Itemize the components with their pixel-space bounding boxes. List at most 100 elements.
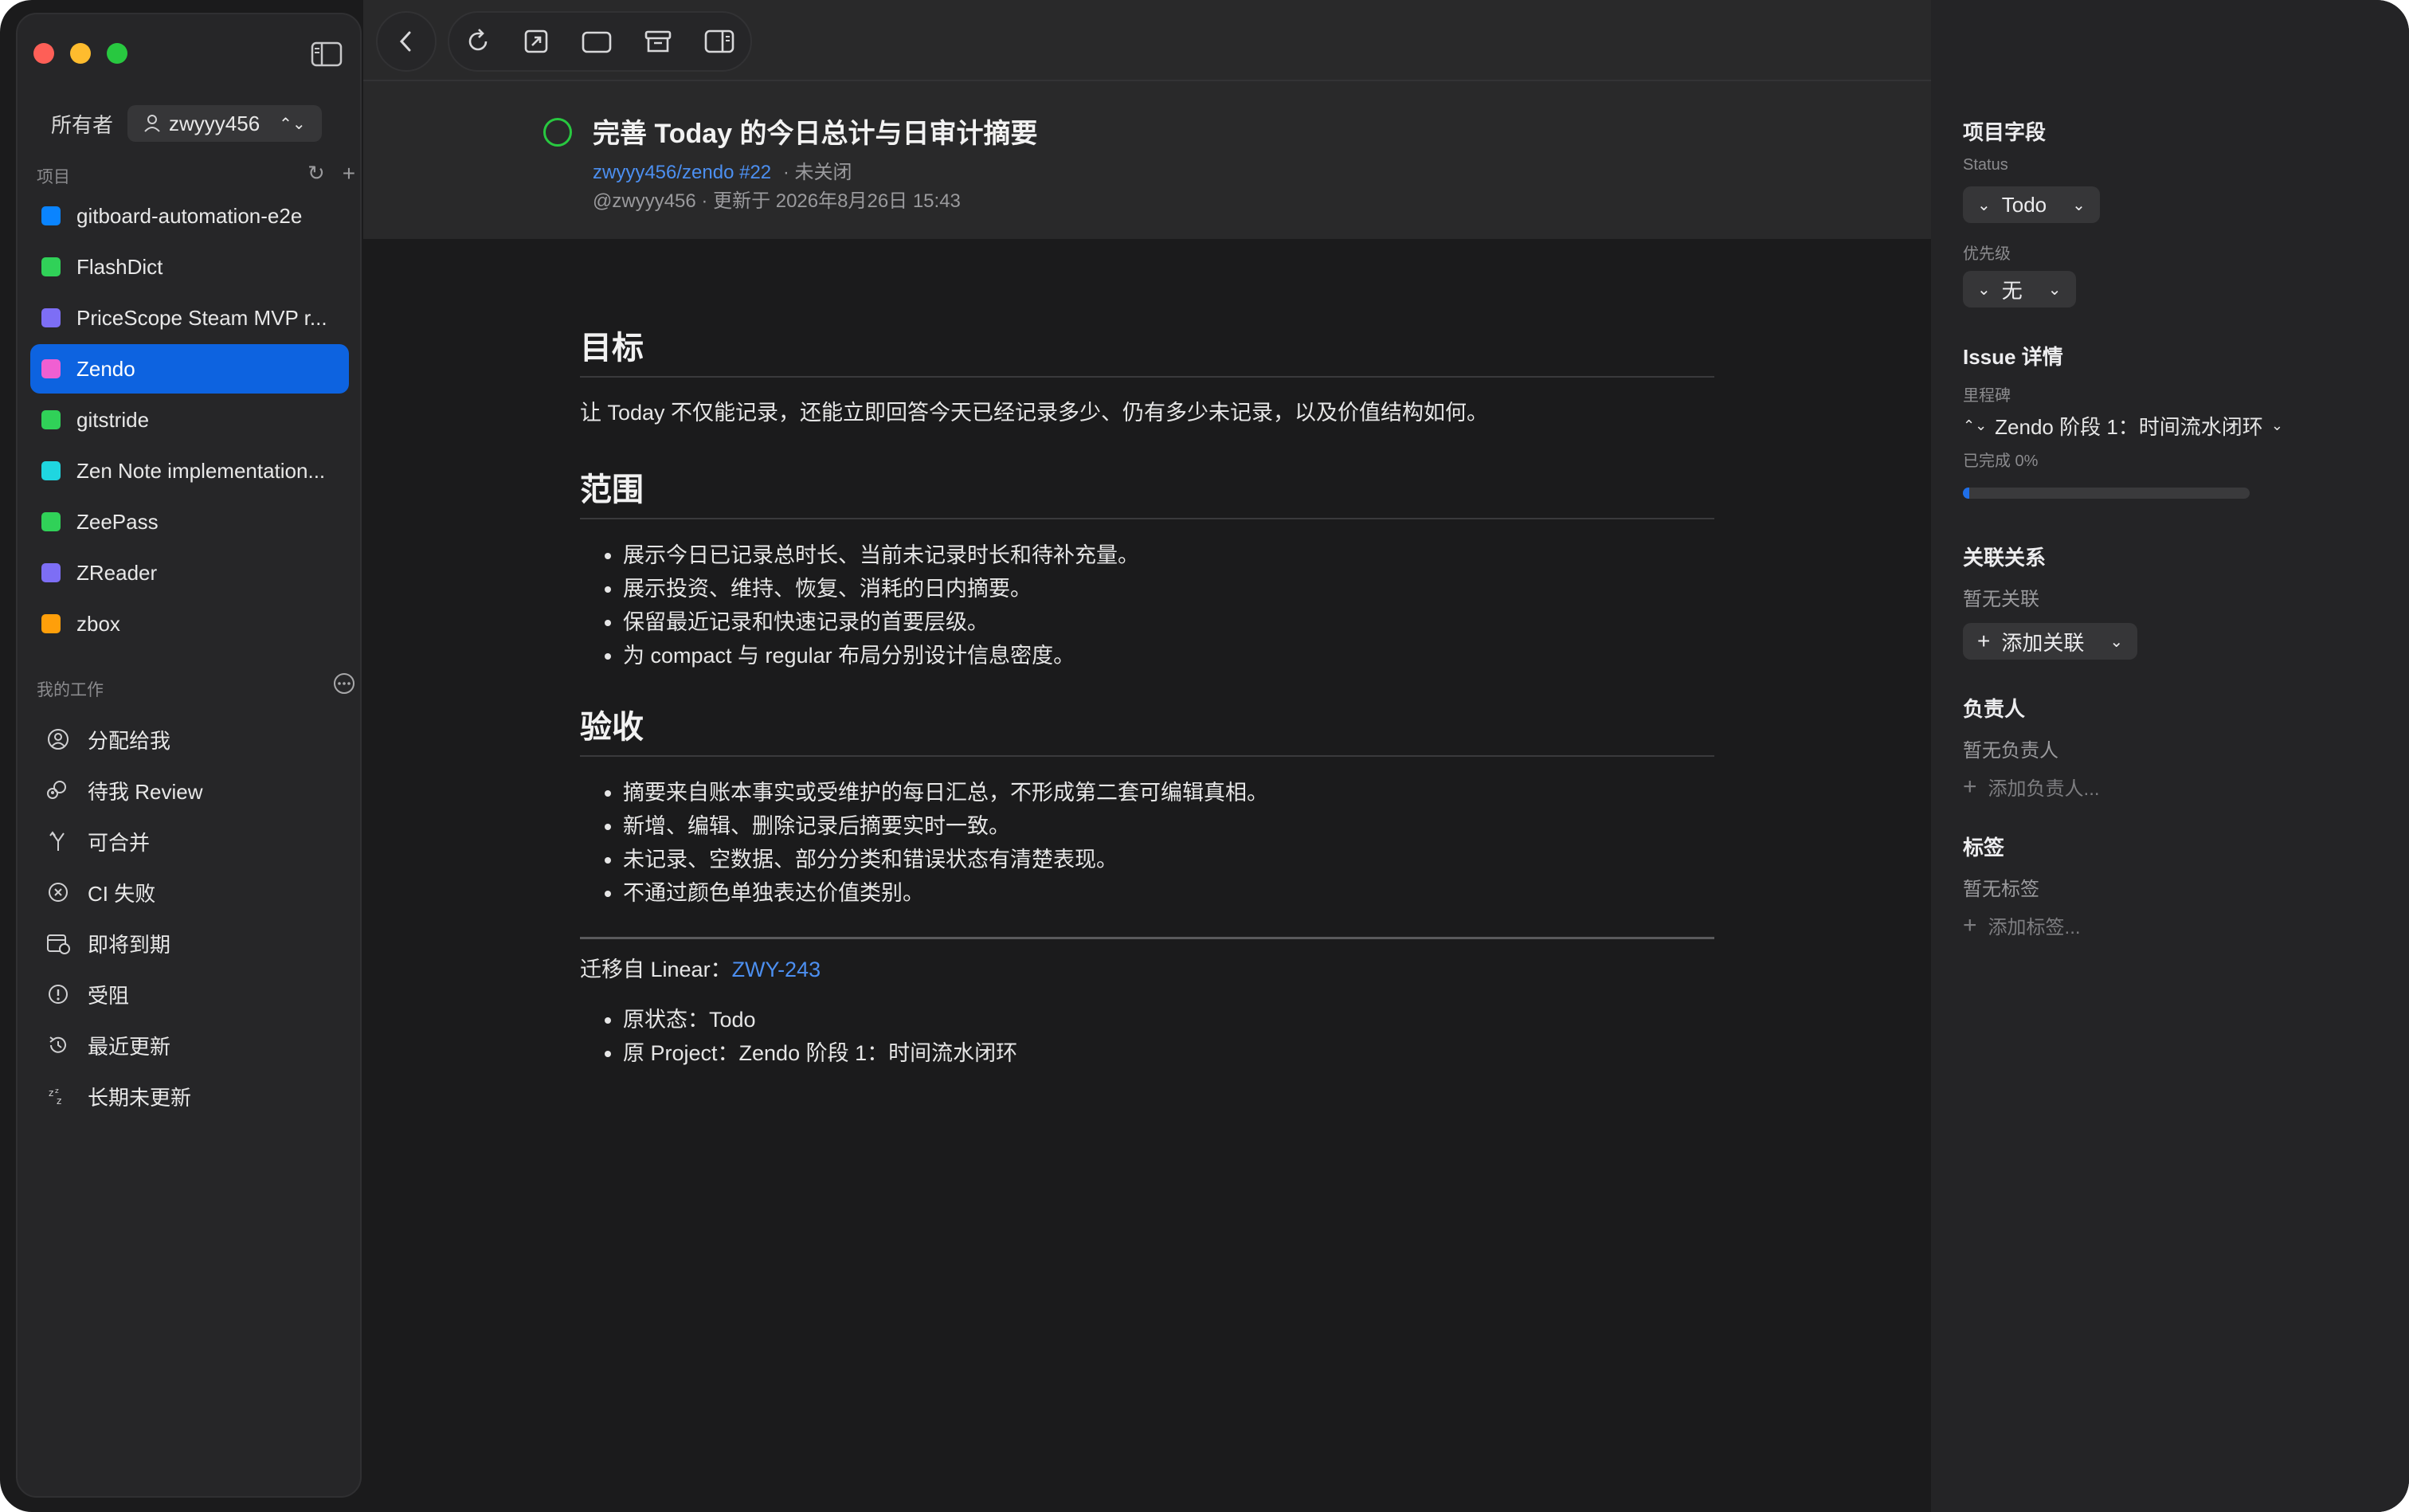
project-label: Zen Note implementation... bbox=[76, 458, 326, 483]
project-item[interactable]: gitboard-automation-e2e bbox=[30, 191, 349, 241]
goal-heading: 目标 bbox=[580, 322, 1714, 378]
merge-icon bbox=[46, 829, 70, 853]
acceptance-item: 不通过颜色单独表达价值类别。 bbox=[623, 876, 1714, 910]
calendar-clock-icon bbox=[46, 931, 70, 955]
acceptance-section: 验收 摘要来自账本事实或受维护的每日汇总，不形成第二套可编辑真相。新增、编辑、删… bbox=[580, 701, 1714, 910]
my-work-item[interactable]: 可合并 bbox=[46, 816, 349, 867]
svg-text:z: z bbox=[57, 1095, 61, 1107]
person-circle-icon bbox=[46, 727, 70, 751]
labels-heading: 标签 bbox=[1963, 836, 2005, 860]
close-window-button[interactable] bbox=[33, 43, 54, 64]
app-window: 所有者 zwyyy456 ⌃⌄ 项目 ↻ + gitboard-automati… bbox=[0, 0, 2409, 1512]
my-work-label: 最近更新 bbox=[88, 1034, 171, 1059]
sidebar: 所有者 zwyyy456 ⌃⌄ 项目 ↻ + gitboard-automati… bbox=[16, 13, 362, 1498]
plus-icon: + bbox=[1963, 911, 1977, 938]
acceptance-heading: 验收 bbox=[580, 701, 1714, 757]
my-work-label: 即将到期 bbox=[88, 932, 171, 957]
project-item[interactable]: Zendo bbox=[30, 344, 349, 394]
linear-link[interactable]: ZWY-243 bbox=[732, 958, 821, 981]
issue-meta: @zwyyy456 · 更新于 2026年8月26日 15:43 bbox=[593, 190, 961, 212]
my-work-heading: 我的工作 bbox=[37, 681, 104, 699]
status-select[interactable]: ⌄ Todo ⌄ bbox=[1963, 186, 2100, 223]
issue-repo-link[interactable]: zwyyy456/zendo #22 bbox=[593, 162, 771, 183]
project-item[interactable]: gitstride bbox=[30, 395, 349, 445]
original-info-item: 原 Project：Zendo 阶段 1：时间流水闭环 bbox=[623, 1036, 1714, 1070]
project-list: gitboard-automation-e2e FlashDict PriceSco… bbox=[30, 191, 349, 650]
svg-text:z: z bbox=[49, 1087, 53, 1099]
window-icon[interactable] bbox=[581, 28, 613, 55]
open-external-icon[interactable] bbox=[523, 28, 550, 55]
project-label: gitboard-automation-e2e bbox=[76, 203, 303, 228]
project-color-icon bbox=[41, 257, 61, 276]
project-item[interactable]: Zen Note implementation... bbox=[30, 446, 349, 496]
my-work-item[interactable]: z z z 长期未更新 bbox=[46, 1071, 349, 1122]
status-label: Status bbox=[1963, 156, 2008, 174]
project-item[interactable]: ZeePass bbox=[30, 497, 349, 546]
scope-section: 范围 展示今日已记录总时长、当前未记录时长和待补充量。展示投资、维持、恢复、消耗… bbox=[580, 464, 1714, 672]
add-icon[interactable]: + bbox=[343, 161, 355, 186]
my-work-item[interactable]: 待我 Review bbox=[46, 765, 349, 816]
my-work-item[interactable]: 即将到期 bbox=[46, 918, 349, 969]
projects-heading: 项目 bbox=[37, 168, 70, 186]
my-work-item[interactable]: 分配给我 bbox=[46, 714, 349, 765]
project-label: FlashDict bbox=[76, 254, 163, 279]
milestone-select[interactable]: ⌃⌄ Zendo 阶段 1：时间流水闭环 ⌄ bbox=[1963, 411, 2283, 441]
chevron-down-icon: ⌄ bbox=[1977, 196, 1991, 214]
up-down-chevron-icon: ⌃⌄ bbox=[279, 115, 306, 133]
add-label-button[interactable]: + 添加标签... bbox=[1963, 911, 2081, 939]
project-label: gitstride bbox=[76, 407, 150, 432]
x-circle-icon bbox=[46, 880, 70, 904]
scope-item: 为 compact 与 regular 布局分别设计信息密度。 bbox=[623, 639, 1714, 672]
scope-heading: 范围 bbox=[580, 464, 1714, 519]
projects-actions: ↻ + bbox=[307, 161, 355, 186]
project-label: zbox bbox=[76, 611, 120, 636]
inspector-panel: 项目字段 Status ⌄ Todo ⌄ 优先级 ⌄ 无 ⌄ Issue 详情 … bbox=[1931, 0, 2409, 1512]
project-color-icon bbox=[41, 512, 61, 531]
back-button[interactable] bbox=[376, 11, 437, 72]
my-work-label: 待我 Review bbox=[88, 779, 203, 804]
issue-body: 目标 让 Today 不仅能记录，还能立即回答今天已经记录多少、仍有多少未记录，… bbox=[580, 322, 1714, 1099]
issue-repo-line: zwyyy456/zendo #22 · 未关闭 bbox=[593, 156, 852, 184]
refresh-icon[interactable] bbox=[464, 28, 492, 55]
add-assignee-button[interactable]: + 添加负责人... bbox=[1963, 773, 2100, 801]
scope-item: 展示今日已记录总时长、当前未记录时长和待补充量。 bbox=[623, 539, 1714, 572]
issue-state: · 未关闭 bbox=[782, 162, 852, 183]
acceptance-item: 摘要来自账本事实或受维护的每日汇总，不形成第二套可编辑真相。 bbox=[623, 776, 1714, 809]
project-item[interactable]: ZReader bbox=[30, 548, 349, 597]
my-work-item[interactable]: CI 失败 bbox=[46, 867, 349, 918]
owner-filter: 所有者 zwyyy456 ⌃⌄ bbox=[51, 105, 322, 142]
my-work-item[interactable]: 受阻 bbox=[46, 969, 349, 1020]
chevron-down-icon: ⌄ bbox=[2109, 633, 2124, 651]
add-assignee-label: 添加负责人... bbox=[1988, 778, 2100, 800]
my-work-item[interactable]: 最近更新 bbox=[46, 1020, 349, 1071]
project-color-icon bbox=[41, 461, 61, 480]
original-info-item: 原状态：Todo bbox=[623, 1003, 1714, 1036]
exclamation-circle-icon bbox=[46, 982, 70, 1006]
scope-list: 展示今日已记录总时长、当前未记录时长和待补充量。展示投资、维持、恢复、消耗的日内… bbox=[623, 539, 1714, 672]
priority-select[interactable]: ⌄ 无 ⌄ bbox=[1963, 271, 2076, 307]
migrated-prefix: 迁移自 Linear： bbox=[580, 958, 732, 981]
completion-progress-bar bbox=[1963, 488, 2250, 499]
more-options-icon[interactable] bbox=[333, 672, 355, 695]
owner-label: 所有者 bbox=[51, 112, 114, 137]
minimize-window-button[interactable] bbox=[70, 43, 91, 64]
project-item[interactable]: FlashDict bbox=[30, 242, 349, 292]
archive-icon[interactable] bbox=[644, 28, 672, 55]
my-work-label: CI 失败 bbox=[88, 881, 156, 906]
refresh-icon[interactable]: ↻ bbox=[307, 161, 325, 186]
project-color-icon bbox=[41, 563, 61, 582]
chevron-down-icon: ⌄ bbox=[2270, 417, 2283, 433]
project-color-icon bbox=[41, 614, 61, 633]
sidebar-toggle-icon[interactable] bbox=[311, 41, 343, 67]
inspector-toggle-icon[interactable] bbox=[703, 28, 735, 55]
add-relation-button[interactable]: + 添加关联 ⌄ bbox=[1963, 623, 2138, 660]
project-item[interactable]: zbox bbox=[30, 599, 349, 648]
chevron-down-icon: ⌄ bbox=[2072, 196, 2086, 214]
zzz-icon: zzz bbox=[46, 1084, 70, 1108]
owner-select[interactable]: zwyyy456 ⌃⌄ bbox=[127, 105, 322, 142]
relations-empty: 暂无关联 bbox=[1963, 589, 2039, 610]
project-item[interactable]: PriceScope Steam MVP r... bbox=[30, 293, 349, 343]
acceptance-item: 新增、编辑、删除记录后摘要实时一致。 bbox=[623, 809, 1714, 843]
zoom-window-button[interactable] bbox=[107, 43, 127, 64]
plus-icon: + bbox=[1963, 773, 1977, 800]
